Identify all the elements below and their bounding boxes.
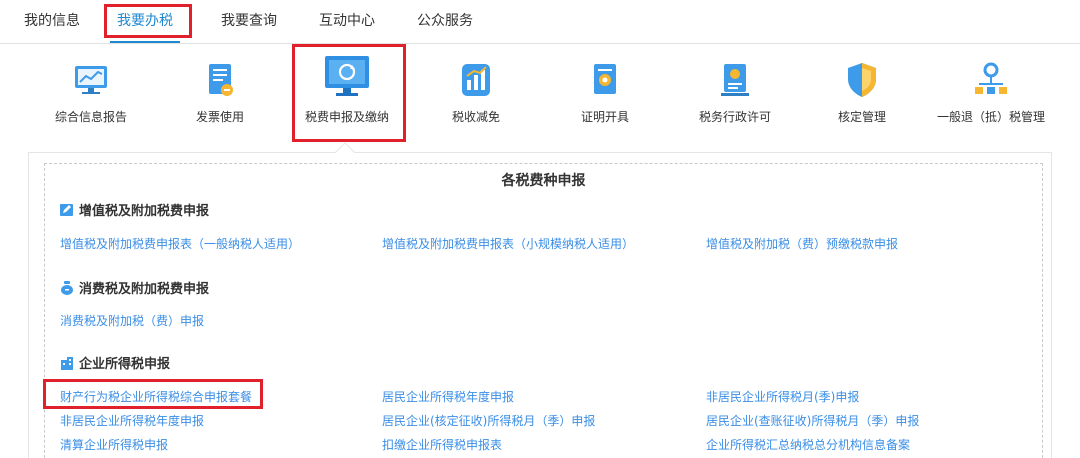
chart-monitor-icon [75, 66, 107, 94]
link-nonresident-annual[interactable]: 非居民企业所得税年度申报 [60, 412, 204, 429]
icon-label: 核定管理 [837, 110, 886, 124]
link-resident-assessed-quarterly[interactable]: 居民企业(核定征收)所得税月（季）申报 [382, 412, 595, 429]
icon-label: 综合信息报告 [54, 110, 127, 124]
icon-item-tax-declaration[interactable]: 税费申报及缴纳 [296, 44, 398, 144]
section-title-text: 企业所得税申报 [79, 357, 171, 372]
building-icon [61, 356, 73, 370]
icon-item-verification[interactable]: 核定管理 [826, 44, 898, 144]
top-navigation: 我的信息 我要办税 我要查询 互动中心 公众服务 [0, 0, 1080, 44]
link-consumption-tax[interactable]: 消费税及附加税（费）申报 [60, 312, 204, 329]
panel-title: 各税费种申报 [501, 173, 586, 189]
section-title-corporate-income: 企业所得税申报 [60, 353, 170, 372]
section-title-vat: 增值税及附加税费申报 [60, 200, 209, 219]
function-icon-row: 综合信息报告 发票使用 税费申报及缴纳 税收减免 证明开具 税务行政许可 核定管… [0, 44, 1080, 144]
certificate-icon [594, 64, 616, 94]
section-title-text: 增值税及附加税费申报 [79, 204, 210, 219]
icon-label: 税费申报及缴纳 [304, 110, 389, 124]
tab-interaction-center[interactable]: 互动中心 [316, 0, 378, 44]
link-property-corporate-combo[interactable]: 财产行为税企业所得税综合申报套餐 [60, 388, 252, 405]
icon-label: 证明开具 [580, 110, 629, 124]
link-consolidated-filing[interactable]: 企业所得税汇总纳税总分机构信息备案 [706, 436, 910, 453]
icon-label: 发票使用 [195, 110, 244, 124]
icon-item-tax-relief[interactable]: 税收减免 [444, 44, 508, 144]
icon-label: 税务行政许可 [698, 110, 771, 124]
link-liquidation[interactable]: 清算企业所得税申报 [60, 436, 168, 453]
icon-item-invoice-use[interactable]: 发票使用 [186, 44, 254, 144]
tab-tax-handling[interactable]: 我要办税 [110, 0, 180, 44]
link-resident-annual[interactable]: 居民企业所得税年度申报 [382, 388, 514, 405]
section-title-text: 消费税及附加税费申报 [79, 282, 210, 297]
icon-label: 税收减免 [451, 110, 500, 124]
bar-chart-icon [462, 64, 490, 96]
tab-query[interactable]: 我要查询 [218, 0, 280, 44]
tab-my-info[interactable]: 我的信息 [22, 0, 82, 44]
icon-item-admin-license[interactable]: 税务行政许可 [690, 44, 780, 144]
money-bag-icon [61, 280, 73, 295]
icon-item-tax-refund[interactable]: 一般退（抵）税管理 [930, 44, 1052, 144]
tab-public-service[interactable]: 公众服务 [414, 0, 476, 44]
link-vat-general[interactable]: 增值税及附加税费申报表（一般纳税人适用） [60, 235, 300, 252]
edit-icon [60, 203, 73, 216]
invoice-document-icon [209, 64, 233, 96]
shield-icon [848, 63, 876, 97]
license-badge-icon [721, 64, 749, 96]
icon-label: 一般退（抵）税管理 [936, 110, 1045, 124]
section-title-consumption: 消费税及附加税费申报 [60, 278, 209, 297]
link-vat-small-scale[interactable]: 增值税及附加税费申报表（小规模纳税人适用） [382, 235, 634, 252]
link-withholding[interactable]: 扣缴企业所得税申报表 [382, 436, 502, 453]
icon-item-certificate[interactable]: 证明开具 [572, 44, 638, 144]
link-vat-prepayment[interactable]: 增值税及附加税（费）预缴税款申报 [706, 235, 898, 252]
network-pin-icon [975, 62, 1007, 94]
link-resident-audited-quarterly[interactable]: 居民企业(查账征收)所得税月（季）申报 [706, 412, 919, 429]
link-nonresident-quarterly[interactable]: 非居民企业所得税月(季)申报 [706, 388, 859, 405]
monitor-refresh-icon [325, 56, 369, 96]
icon-item-comprehensive-info[interactable]: 综合信息报告 [48, 44, 134, 144]
